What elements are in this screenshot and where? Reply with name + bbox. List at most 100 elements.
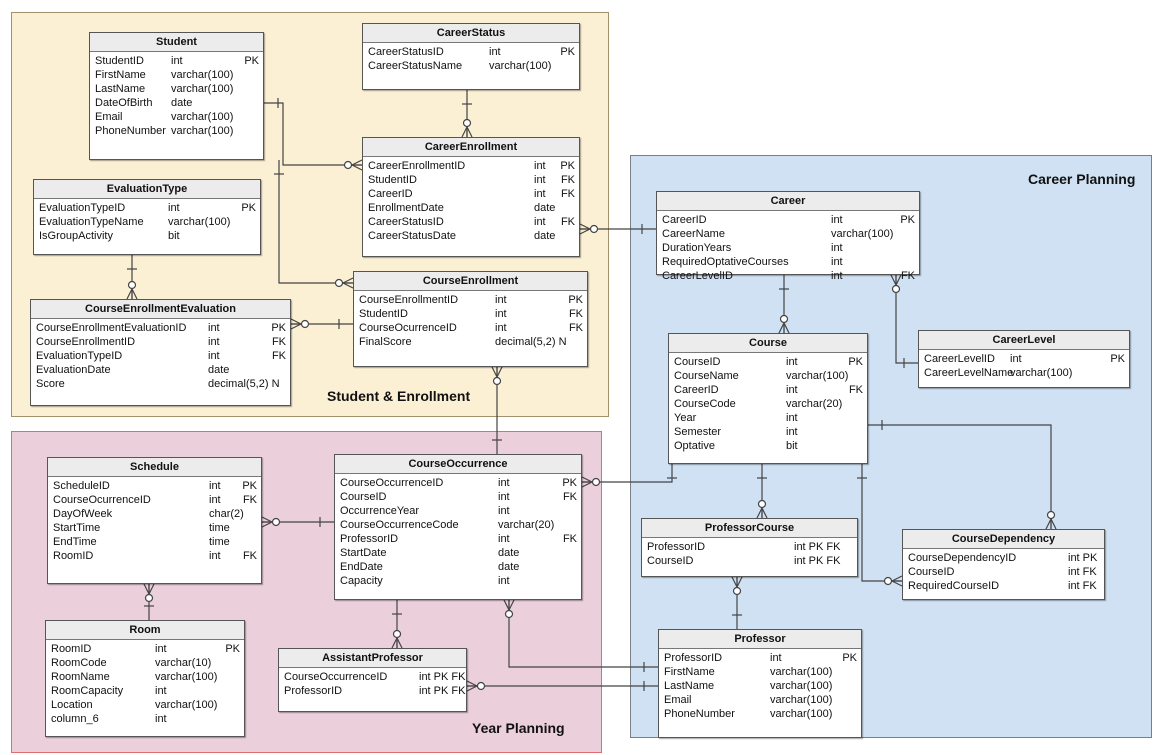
crows-foot-many bbox=[126, 288, 133, 300]
table-student[interactable]: Student StudentID int PK FirstName varchar(10… bbox=[89, 32, 264, 160]
table-column-row: LastName varchar(100) bbox=[95, 82, 259, 96]
column-name: PhoneNumber bbox=[95, 125, 166, 137]
crows-foot-many bbox=[391, 637, 398, 649]
column-name: CareerLevelID bbox=[662, 270, 733, 282]
crows-foot-many bbox=[1045, 518, 1052, 530]
column-name: StartTime bbox=[53, 522, 101, 534]
table-title: Student bbox=[90, 33, 263, 52]
column-name: column_6 bbox=[51, 713, 99, 725]
table-evaluation-type[interactable]: EvaluationType EvaluationTypeID int PK Evalu… bbox=[33, 179, 261, 255]
column-type: int bbox=[831, 270, 843, 282]
crows-foot-many bbox=[783, 322, 790, 334]
column-type: int bbox=[498, 575, 510, 587]
crows-foot-many bbox=[756, 507, 763, 519]
table-career-enrollment[interactable]: CareerEnrollment CareerEnrollmentID int PK S… bbox=[362, 137, 580, 257]
table-column-row: CourseID int FK bbox=[340, 490, 577, 504]
table-column-row: Email varchar(100) bbox=[664, 693, 857, 707]
table-career-status[interactable]: CareerStatus CareerStatusID int PK CareerSta… bbox=[362, 23, 580, 90]
column-key: FK bbox=[271, 350, 286, 362]
zero-optional-circle bbox=[591, 477, 601, 487]
column-name: CourseName bbox=[674, 370, 739, 382]
table-column-row: CourseEnrollmentID int PK bbox=[359, 293, 583, 307]
table-column-row: RoomCode varchar(10) bbox=[51, 656, 240, 670]
zero-optional-circle bbox=[300, 319, 310, 329]
column-name: StudentID bbox=[359, 308, 408, 320]
table-column-row: StudentID int FK bbox=[368, 173, 575, 187]
region-label-year-planning: Year Planning bbox=[472, 720, 565, 736]
column-name: Capacity bbox=[340, 575, 383, 587]
table-column-row: CareerEnrollmentID int PK bbox=[368, 159, 575, 173]
column-type: int PK FK bbox=[419, 671, 466, 683]
table-column-row: ProfessorID int PK FK bbox=[284, 684, 466, 698]
column-name: CourseEnrollmentID bbox=[359, 294, 459, 306]
column-name: FirstName bbox=[664, 666, 715, 678]
column-type: varchar(100) bbox=[786, 370, 849, 382]
crows-foot-many bbox=[261, 521, 273, 528]
crows-foot-many bbox=[891, 580, 903, 587]
table-column-row: RoomID int PK bbox=[51, 642, 240, 656]
table-assistant-professor[interactable]: AssistantProfessor CourseOccurrenceID int … bbox=[278, 648, 467, 712]
table-career[interactable]: Career CareerID int PK CareerName varchar(100… bbox=[656, 191, 920, 282]
crows-foot-many bbox=[396, 637, 403, 649]
column-name: CareerStatusDate bbox=[368, 230, 457, 242]
table-title: Career bbox=[657, 192, 919, 211]
table-professor-course[interactable]: ProfessorCourse ProfessorID int PK FK Cours… bbox=[641, 518, 858, 577]
column-type: varchar(100) bbox=[171, 111, 234, 123]
table-column-row: RoomID int FK bbox=[53, 549, 257, 563]
table-column-row: CareerStatusName varchar(100) bbox=[368, 59, 575, 73]
column-key: FK bbox=[562, 491, 577, 503]
column-type: int FK bbox=[1068, 580, 1097, 592]
table-professor[interactable]: Professor ProfessorID int PK FirstName varcha… bbox=[658, 629, 862, 738]
table-column-row: ProfessorID int PK bbox=[664, 651, 857, 665]
column-name: RoomID bbox=[53, 550, 94, 562]
zero-optional-circle bbox=[779, 314, 789, 324]
column-type: int bbox=[209, 480, 221, 492]
column-key: PK bbox=[842, 652, 857, 664]
column-name: EvaluationTypeID bbox=[39, 202, 126, 214]
column-type: int PK bbox=[1068, 552, 1098, 564]
crows-foot-many bbox=[503, 599, 510, 611]
column-name: RoomCode bbox=[51, 657, 107, 669]
table-title: ProfessorCourse bbox=[642, 519, 857, 538]
table-column-row: CourseEnrollmentID int FK bbox=[36, 335, 286, 349]
table-column-row: DayOfWeek char(2) bbox=[53, 507, 257, 521]
crows-foot-many bbox=[351, 164, 363, 171]
column-key: FK bbox=[242, 494, 257, 506]
table-course-dependency[interactable]: CourseDependency CourseDependencyID int PK… bbox=[902, 529, 1105, 600]
column-type: int bbox=[831, 214, 843, 226]
table-column-row: StudentID int PK bbox=[95, 54, 259, 68]
table-career-level[interactable]: CareerLevel CareerLevelID int PK CareerLevel… bbox=[918, 330, 1130, 388]
column-key: PK bbox=[562, 477, 577, 489]
column-name: CareerLevelID bbox=[924, 353, 995, 365]
table-column-row: CourseOccurrenceID int PK bbox=[340, 476, 577, 490]
table-column-row: IsGroupActivity bit bbox=[39, 229, 256, 243]
column-type: date bbox=[534, 230, 556, 242]
crows-foot-many bbox=[290, 323, 302, 330]
region-label-student-enrollment: Student & Enrollment bbox=[327, 388, 471, 404]
table-course-occurrence[interactable]: CourseOccurrence CourseOccurrenceID int PK C… bbox=[334, 454, 582, 600]
table-room[interactable]: Room RoomID int PK RoomCode varchar(10) RoomNa… bbox=[45, 620, 245, 737]
zero-optional-circle bbox=[462, 118, 472, 128]
column-key: FK bbox=[562, 533, 577, 545]
table-course-enrollment-evaluation[interactable]: CourseEnrollmentEvaluation CourseEnrollme… bbox=[30, 299, 291, 406]
table-schedule[interactable]: Schedule ScheduleID int PK CourseOcurrenceID… bbox=[47, 457, 262, 584]
table-course[interactable]: Course CourseID int PK CourseName varchar(100… bbox=[668, 333, 868, 464]
table-column-row: CourseOccurrenceCode varchar(20) bbox=[340, 518, 577, 532]
table-column-row: StartTime time bbox=[53, 521, 257, 535]
column-type: varchar(100) bbox=[770, 694, 833, 706]
crows-foot-many bbox=[290, 318, 302, 325]
table-course-enrollment[interactable]: CourseEnrollment CourseEnrollmentID int PK S… bbox=[353, 271, 588, 367]
column-type: int PK FK bbox=[794, 541, 841, 553]
crows-foot-many bbox=[491, 366, 498, 378]
column-type: int bbox=[209, 494, 221, 506]
crows-foot-many bbox=[261, 516, 273, 523]
table-column-row: column_6 int bbox=[51, 712, 240, 726]
crows-foot-many bbox=[148, 583, 155, 595]
crows-foot-many bbox=[351, 159, 363, 166]
column-key: PK bbox=[1110, 353, 1125, 365]
table-column-row: EvaluationTypeID int PK bbox=[39, 201, 256, 215]
column-name: CareerID bbox=[368, 188, 413, 200]
column-type: int bbox=[208, 350, 220, 362]
column-name: FinalScore bbox=[359, 336, 412, 348]
column-type: int PK FK bbox=[419, 685, 466, 697]
